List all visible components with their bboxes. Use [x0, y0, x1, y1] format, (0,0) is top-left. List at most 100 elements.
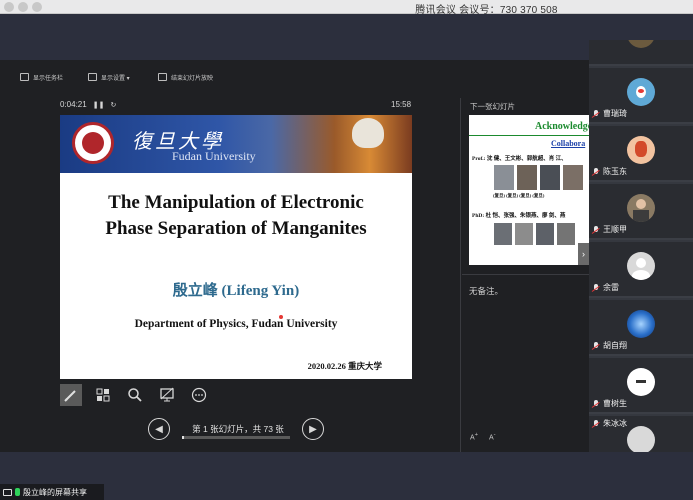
- slide-progress-bar[interactable]: [182, 436, 290, 439]
- slide-progress-fill: [182, 436, 184, 439]
- mic-muted-icon: [592, 283, 600, 292]
- increase-font-button[interactable]: A+: [470, 432, 478, 441]
- more-options-button[interactable]: [188, 384, 210, 406]
- end-slideshow-icon: [158, 73, 167, 81]
- slide-title-line1: The Manipulation of Electronic: [108, 192, 364, 213]
- default-avatar-icon: [627, 252, 655, 280]
- slide-department: Department of Physics, Fudan University: [134, 318, 338, 330]
- screen-off-icon: [160, 387, 174, 402]
- participant-tile[interactable]: 陈玉东: [589, 126, 693, 182]
- participant-name: 余雷: [592, 282, 619, 293]
- slide-counter: 第 1 张幻灯片，共 73 张: [192, 424, 284, 434]
- next-slide-label: 下一张幻灯片: [470, 102, 515, 111]
- participant-tile[interactable]: 曹树生: [589, 358, 693, 414]
- collaborator-photo: [563, 165, 583, 190]
- next-slide-subtitle: Collabora: [551, 139, 586, 148]
- more-icon: [191, 387, 207, 403]
- participant-tile[interactable]: 胡自翔: [589, 300, 693, 356]
- mic-muted-icon: [592, 399, 600, 408]
- mic-muted-icon: [592, 109, 600, 118]
- collaborator-photo: [494, 165, 514, 190]
- show-taskbar-button[interactable]: 显示任务栏: [20, 71, 63, 83]
- laser-pointer-dot: [279, 315, 283, 319]
- pause-timer-icon[interactable]: ❚❚: [93, 101, 105, 109]
- screen-share-icon: [3, 488, 12, 496]
- next-slide-preview[interactable]: Acknowledge Collabora Prof.: 沈 健、王文彬、郭航超…: [469, 115, 589, 265]
- presenter-view: 显示任务栏 显示设置 ▾ 结束幻灯片放映 0:04:21 ❚❚ ↻ 15:58 …: [0, 60, 589, 452]
- zoom-slide-button[interactable]: [124, 384, 146, 406]
- next-slide-title: Acknowledge: [535, 121, 589, 132]
- pane-divider[interactable]: [460, 98, 461, 452]
- student-photo: [557, 223, 575, 245]
- current-slide: 復旦大學 Fudan University The Manipulation o…: [60, 115, 412, 379]
- next-slide-phd-line: PhD: 杜 恺、张强、朱银燕、廖 剑、燕: [472, 213, 566, 219]
- restart-timer-icon[interactable]: ↻: [110, 101, 116, 109]
- elapsed-time: 0:04:21: [60, 100, 87, 109]
- slides-grid-icon: [96, 388, 110, 402]
- next-slide-rule: [469, 135, 589, 136]
- chevron-right-icon: ▶: [309, 423, 317, 435]
- speaker-notes: 无备注。: [469, 286, 504, 296]
- mic-muted-icon: [592, 419, 600, 428]
- notes-divider[interactable]: [462, 274, 589, 275]
- university-name-en: Fudan University: [172, 149, 256, 163]
- student-photo: [536, 223, 554, 245]
- pen-icon: [64, 390, 76, 402]
- slide-title-line2: Phase Separation of Manganites: [105, 218, 367, 239]
- current-clock: 15:58: [391, 100, 412, 109]
- screen-share-label: 殷立峰的屏幕共享: [23, 487, 87, 497]
- previous-slide-button[interactable]: ◀: [148, 418, 170, 440]
- mic-muted-icon: [592, 341, 600, 350]
- participant-name: 朱冰冰: [592, 418, 627, 429]
- participant-tile[interactable]: 余雷: [589, 242, 693, 298]
- participant-list[interactable]: 曹瑞琦 陈玉东 王顺甲 余雷 胡自翔 曹树生 朱冰冰: [589, 40, 693, 458]
- end-slideshow-label: 结束幻灯片放映: [171, 75, 214, 82]
- avatar: [627, 368, 655, 396]
- avatar: [627, 78, 655, 106]
- participant-name: 曹树生: [592, 398, 627, 409]
- display-settings-button[interactable]: 显示设置 ▾: [88, 71, 130, 83]
- presenter-tools: [60, 384, 210, 406]
- avatar: [627, 310, 655, 338]
- see-all-slides-button[interactable]: [92, 384, 114, 406]
- student-photo: [494, 223, 512, 245]
- display-icon: [88, 73, 97, 81]
- window-titlebar: 腾讯会议 会议号：730 370 508: [0, 0, 693, 16]
- slide-author: 殷立峰 (Lifeng Yin): [172, 283, 300, 299]
- collaborator-photo: [517, 165, 537, 190]
- end-slideshow-button[interactable]: 结束幻灯片放映: [158, 71, 213, 83]
- avatar: [627, 136, 655, 164]
- microphone-icon: [15, 488, 20, 496]
- collaborator-photo: [540, 165, 560, 190]
- avatar: [627, 40, 655, 48]
- taskbar-icon: [20, 73, 29, 81]
- slide-date: 2020.02.26 重庆大学: [307, 361, 382, 371]
- elapsed-timer: 0:04:21 ❚❚ ↻: [60, 100, 116, 109]
- participant-name: 胡自翔: [592, 340, 627, 351]
- next-slide-button[interactable]: ▶: [302, 418, 324, 440]
- meeting-window: 腾讯会议 会议号：730 370 508 显示任务栏 显示设置 ▾ 结束幻灯片放…: [0, 0, 693, 500]
- chevron-right-icon: ›: [582, 249, 585, 259]
- participant-tile[interactable]: [589, 40, 693, 66]
- decrease-font-button[interactable]: A-: [489, 432, 496, 441]
- mic-muted-icon: [592, 225, 600, 234]
- avatar: [627, 194, 655, 222]
- next-slide-prof-affiliations: (复旦) (复旦) (复旦) (复旦): [493, 193, 545, 198]
- participant-name: 曹瑞琦: [592, 108, 627, 119]
- slide-banner: 復旦大學 Fudan University: [60, 115, 412, 173]
- mic-muted-icon: [592, 167, 600, 176]
- participant-name: 王顺甲: [592, 224, 627, 235]
- fudan-seal-logo: [72, 122, 114, 164]
- participant-tile[interactable]: 曹瑞琦: [589, 68, 693, 124]
- next-preview-arrow[interactable]: ›: [578, 243, 589, 265]
- magnifier-icon: [128, 388, 142, 402]
- participant-tile[interactable]: 王顺甲: [589, 184, 693, 240]
- slide-navigation: ◀ 第 1 张幻灯片，共 73 张 ▶: [148, 416, 326, 442]
- statue-image: [352, 118, 384, 148]
- pen-tool-button[interactable]: [60, 384, 82, 406]
- next-slide-prof-line: Prof.: 沈 健、王文彬、郭航超、肖 江、: [472, 156, 567, 162]
- default-avatar-icon: [627, 426, 655, 454]
- show-taskbar-label: 显示任务栏: [33, 75, 64, 82]
- black-screen-button[interactable]: [156, 384, 178, 406]
- screen-share-status[interactable]: 殷立峰的屏幕共享: [0, 484, 104, 500]
